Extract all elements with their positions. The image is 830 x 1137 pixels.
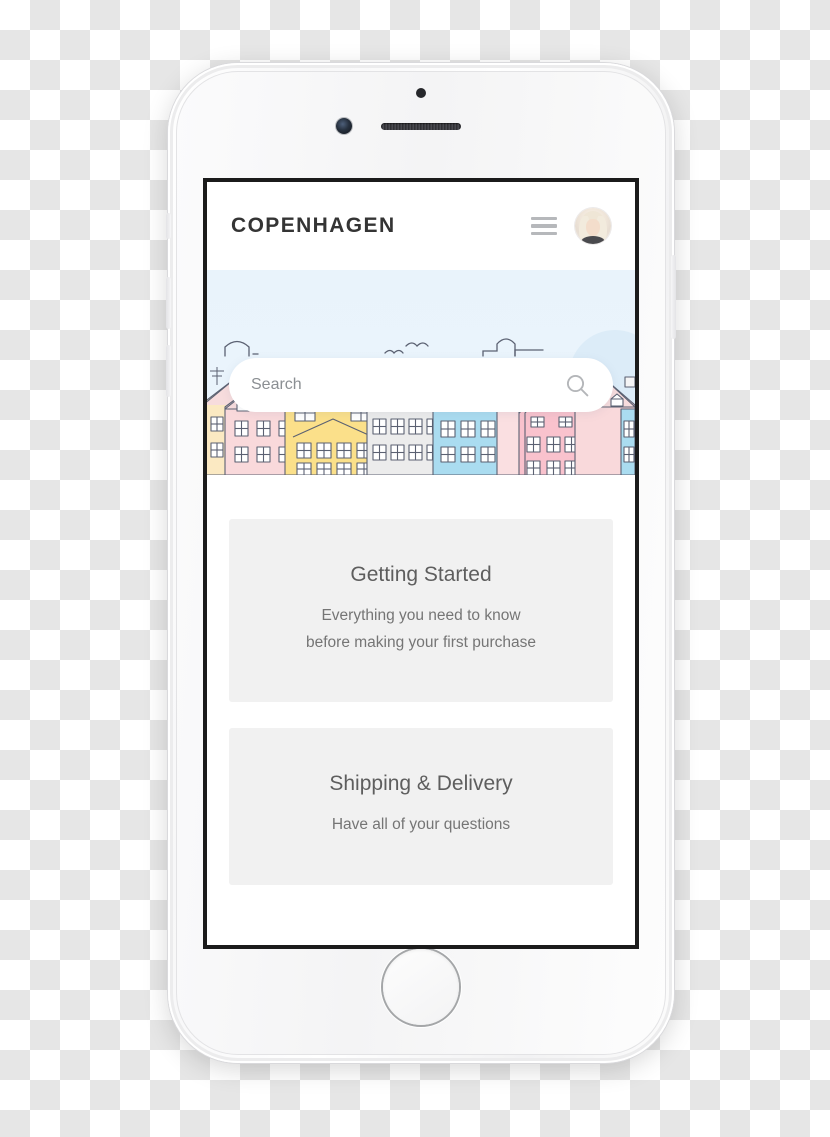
search-bar[interactable] xyxy=(229,358,613,412)
card-description-line: before making your first purchase xyxy=(305,633,537,651)
volume-up-button[interactable] xyxy=(166,277,171,329)
page-title: COPENHAGEN xyxy=(231,214,396,237)
volume-down-button[interactable] xyxy=(166,345,171,397)
mute-switch-button[interactable] xyxy=(166,213,171,239)
card-title: Getting Started xyxy=(350,563,492,586)
phone-screen: COPENHAGEN Search Getting Started Everyt… xyxy=(203,178,639,949)
power-button[interactable] xyxy=(671,255,676,339)
content-section: Getting Started Everything you need to k… xyxy=(207,475,635,885)
card-description: Everything you need to know before makin… xyxy=(247,603,595,656)
phone-device-mockup: COPENHAGEN Search Getting Started Everyt… xyxy=(166,63,676,1063)
distant-skyline-icon xyxy=(224,338,544,357)
avatar-face xyxy=(586,219,600,236)
card-shipping-delivery[interactable]: Shipping & Delivery Have all of your que… xyxy=(229,728,613,885)
avatar[interactable] xyxy=(575,208,611,244)
front-camera-icon xyxy=(336,118,352,134)
card-description-line: Have all of your questions xyxy=(331,816,511,834)
card-getting-started[interactable]: Getting Started Everything you need to k… xyxy=(229,519,613,703)
search-input[interactable] xyxy=(251,376,564,394)
hero-illustration-section xyxy=(207,270,635,475)
card-description: Have all of your questions xyxy=(247,812,595,839)
earpiece-speaker-icon xyxy=(381,123,461,130)
home-button[interactable] xyxy=(383,949,459,1025)
card-description-line: Everything you need to know xyxy=(321,607,521,624)
hamburger-line xyxy=(531,216,557,221)
hamburger-menu-icon[interactable] xyxy=(531,213,557,240)
proximity-sensor-icon xyxy=(416,88,426,98)
search-icon[interactable] xyxy=(564,372,591,399)
avatar-shoulders xyxy=(581,236,605,244)
app-header: COPENHAGEN xyxy=(207,182,635,270)
hamburger-line xyxy=(531,224,557,228)
card-title: Shipping & Delivery xyxy=(329,772,513,796)
hamburger-line xyxy=(531,231,557,236)
